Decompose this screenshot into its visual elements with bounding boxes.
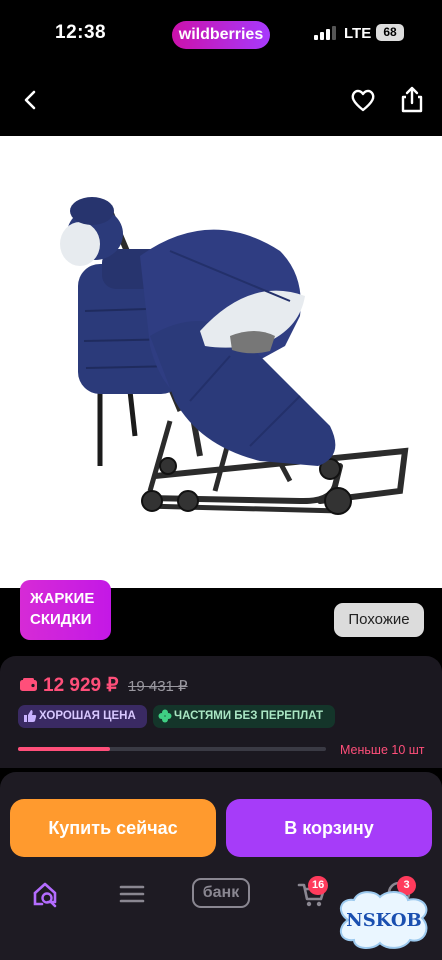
stock-progress-bar xyxy=(18,747,326,751)
battery-icon: 68 xyxy=(376,24,404,41)
stock-progress-fill xyxy=(18,747,111,751)
tab-catalog[interactable] xyxy=(118,878,146,910)
cart-count-badge: 16 xyxy=(308,876,329,895)
current-price: 12 929 ₽ xyxy=(43,675,119,696)
stock-text: Меньше 10 шт xyxy=(340,743,425,757)
back-button[interactable] xyxy=(14,84,46,116)
installments-label: ЧАСТЯМИ БЕЗ ПЕРЕПЛАТ xyxy=(174,710,324,722)
good-price-chip[interactable]: ХОРОШАЯ ЦЕНА xyxy=(18,705,147,728)
product-image[interactable] xyxy=(0,136,442,588)
sled-stroller-image xyxy=(60,197,409,515)
hot-sale-line1: ЖАРКИЕ xyxy=(30,590,95,607)
tab-bank[interactable]: банк xyxy=(192,878,250,908)
old-price: 19 431 ₽ xyxy=(128,678,188,695)
signal-icon xyxy=(314,26,336,40)
status-bar: 12:38 wildberries LTE 68 xyxy=(0,0,442,66)
top-nav xyxy=(0,66,442,136)
share-icon xyxy=(401,86,423,113)
hot-sale-badge[interactable]: ЖАРКИЕ СКИДКИ xyxy=(20,580,111,640)
status-time: 12:38 xyxy=(55,22,107,43)
thumbs-up-icon xyxy=(24,710,37,722)
wildberries-pill[interactable]: wildberries xyxy=(172,21,270,49)
clover-icon xyxy=(158,709,172,723)
add-to-cart-button[interactable]: В корзину xyxy=(226,799,432,857)
home-search-icon xyxy=(33,882,57,908)
hot-sale-line2: СКИДКИ xyxy=(30,611,92,628)
tab-home[interactable] xyxy=(30,878,62,910)
good-price-label: ХОРОШАЯ ЦЕНА xyxy=(39,710,136,722)
chevron-left-icon xyxy=(24,90,36,110)
favorite-button[interactable] xyxy=(347,84,379,116)
watermark-text: NSKOB xyxy=(346,910,422,931)
share-button[interactable] xyxy=(396,84,428,116)
wallet-icon xyxy=(20,678,37,691)
similar-button[interactable]: Похожие xyxy=(334,603,424,637)
installments-chip[interactable]: ЧАСТЯМИ БЕЗ ПЕРЕПЛАТ xyxy=(153,705,335,728)
heart-icon xyxy=(351,89,375,112)
menu-icon xyxy=(119,885,145,903)
network-type: LTE xyxy=(344,25,372,42)
buy-now-button[interactable]: Купить сейчас xyxy=(10,799,216,857)
